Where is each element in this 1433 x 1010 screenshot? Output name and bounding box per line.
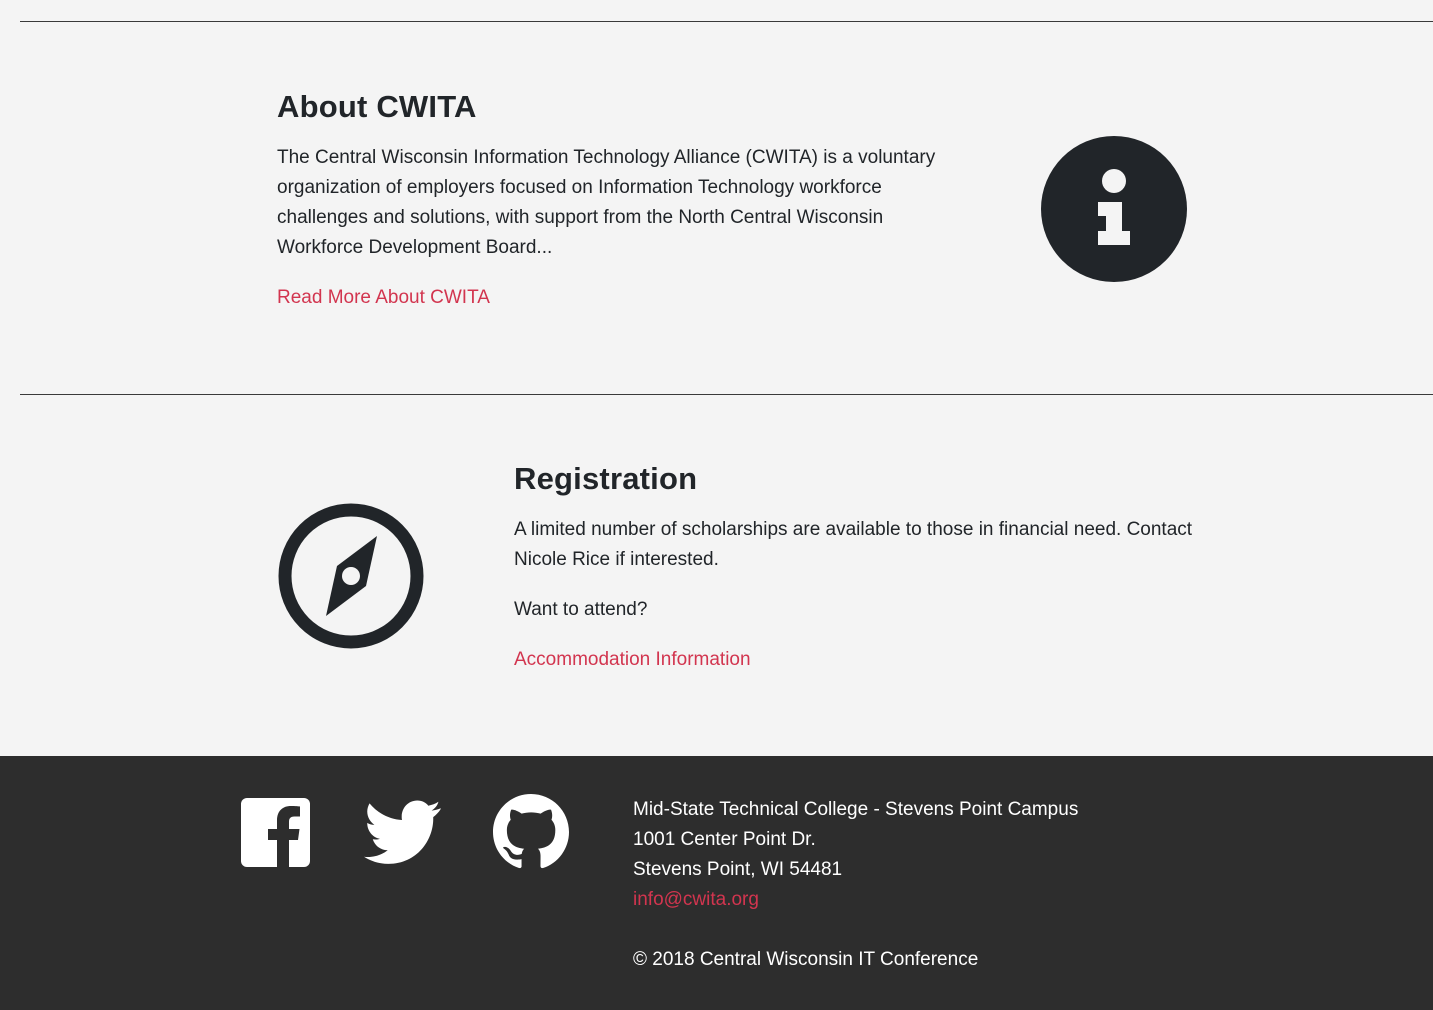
page: About CWITA The Central Wisconsin Inform… [0,0,1433,1010]
twitter-icon [364,800,441,864]
accommodation-link[interactable]: Accommodation Information [514,645,751,675]
address-line-3: Stevens Point, WI 54481 [633,859,843,880]
read-more-about-link[interactable]: Read More About CWITA [277,283,490,313]
email-link[interactable]: info@cwita.org [633,889,759,910]
info-circle-icon [1041,136,1187,282]
github-link[interactable] [493,794,569,870]
registration-description: A limited number of scholarships are ava… [514,519,1193,570]
address-line-1: Mid-State Technical College - Stevens Po… [633,799,1079,820]
twitter-link[interactable] [364,800,442,866]
about-title: About CWITA [277,89,477,124]
middle-divider [20,394,1433,395]
github-icon [493,794,569,869]
about-description: The Central Wisconsin Information Techno… [277,147,936,258]
attend-prompt: Want to attend? [514,599,648,620]
facebook-link[interactable] [241,798,310,867]
address-line-2: 1001 Center Point Dr. [633,829,816,850]
registration-title: Registration [514,461,698,496]
facebook-icon [241,798,310,867]
compass-icon [278,503,424,649]
copyright-text: © 2018 Central Wisconsin IT Conference [633,949,979,970]
footer-address: Mid-State Technical College - Stevens Po… [633,795,1078,915]
top-divider [20,21,1433,22]
footer: Mid-State Technical College - Stevens Po… [0,756,1433,1010]
